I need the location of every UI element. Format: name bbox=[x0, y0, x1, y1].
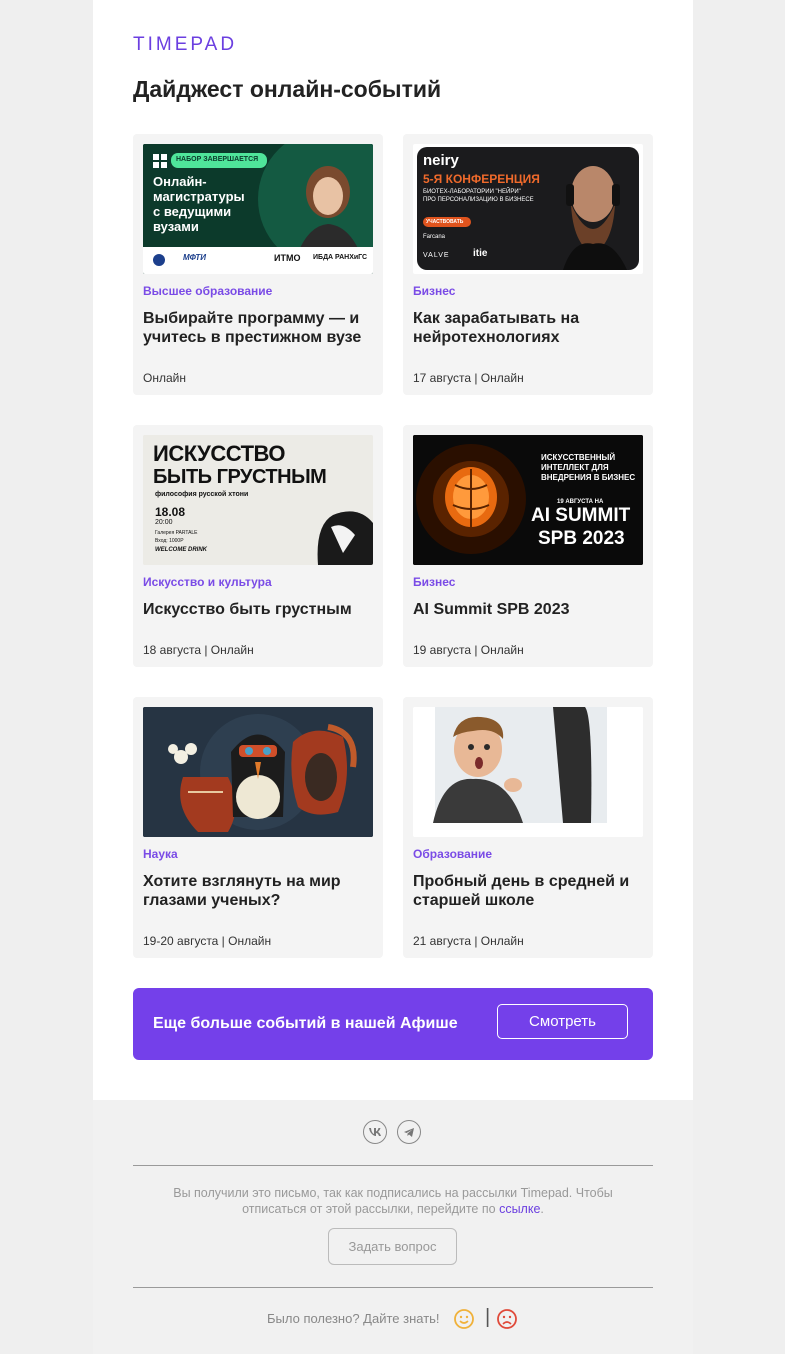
ai-line-3: ВНЕДРЕНИЯ В БИЗНЕС bbox=[541, 473, 636, 482]
feedback-row: Было полезно? Дайте знать! | bbox=[93, 1306, 693, 1330]
vk-icon[interactable] bbox=[363, 1120, 387, 1144]
event-image-neiry[interactable]: neiry 5-Я КОНФЕРЕНЦИЯ БИОТЕХ-ЛАБОРАТОРИИ… bbox=[413, 144, 643, 274]
event-category[interactable]: Бизнес bbox=[413, 284, 455, 298]
event-meta: 17 августа | Онлайн bbox=[413, 371, 524, 385]
event-card[interactable]: ИСКУССТВО БЫТЬ ГРУСТНЫМ философия русско… bbox=[133, 425, 383, 667]
email-container: TIMEPAD Дайджест онлайн-событий НАБОР ЗА… bbox=[93, 0, 693, 1354]
art-place: Галерея PARTALE bbox=[155, 530, 198, 536]
event-image-science[interactable] bbox=[143, 707, 373, 837]
event-card[interactable]: Наука Хотите взглянуть на мир глазами уч… bbox=[133, 697, 383, 958]
art-headline-2: БЫТЬ ГРУСТНЫМ bbox=[153, 466, 327, 488]
masters-logo-itmo: ИТМО bbox=[274, 253, 301, 263]
event-image-school[interactable] bbox=[413, 707, 643, 837]
event-title[interactable]: Искусство быть грустным bbox=[143, 600, 375, 619]
view-button[interactable]: Смотреть bbox=[497, 1004, 628, 1039]
event-meta: 18 августа | Онлайн bbox=[143, 643, 254, 657]
event-title[interactable]: Как зарабатывать на нейротехнологиях bbox=[413, 309, 645, 347]
event-card[interactable]: ИСКУССТВЕННЫЙ ИНТЕЛЛЕКТ ДЛЯ ВНЕДРЕНИЯ В … bbox=[403, 425, 653, 667]
unsubscribe-note: Вы получили это письмо, так как подписал… bbox=[153, 1185, 633, 1217]
footer: Вы получили это письмо, так как подписал… bbox=[93, 1100, 693, 1354]
note-suffix: . bbox=[540, 1202, 544, 1216]
neiry-headline: 5-Я КОНФЕРЕНЦИЯ bbox=[423, 172, 540, 186]
art-sub: философия русской хтони bbox=[155, 491, 249, 498]
neiry-brand: neiry bbox=[423, 152, 459, 169]
masters-headline: Онлайн- магистратуры с ведущими вузами bbox=[153, 174, 245, 234]
event-category[interactable]: Наука bbox=[143, 847, 178, 861]
event-category[interactable]: Образование bbox=[413, 847, 492, 861]
event-title[interactable]: Пробный день в средней и старшей школе bbox=[413, 872, 645, 910]
art-extra: WELCOME DRINK bbox=[155, 547, 207, 553]
art-date: 18.08 bbox=[155, 505, 186, 519]
event-title[interactable]: Выбирайте программу — и учитесь в прести… bbox=[143, 309, 375, 347]
note-text: Вы получили это письмо, так как подписал… bbox=[173, 1186, 613, 1216]
divider bbox=[133, 1287, 653, 1288]
unsubscribe-link[interactable]: ссылке bbox=[499, 1202, 540, 1216]
neiry-sub: БИОТЕХ-ЛАБОРАТОРИИ "НЕЙРИ" ПРО ПЕРСОНАЛИ… bbox=[423, 189, 534, 203]
event-image-school-art bbox=[413, 707, 643, 837]
art-headline-1: ИСКУССТВО bbox=[153, 441, 285, 466]
masters-logo-mipt: МФТИ bbox=[183, 253, 207, 262]
event-image-art-sad[interactable]: ИСКУССТВО БЫТЬ ГРУСТНЫМ философия русско… bbox=[143, 435, 373, 565]
event-image-ai-summit[interactable]: ИСКУССТВЕННЫЙ ИНТЕЛЛЕКТ ДЛЯ ВНЕДРЕНИЯ В … bbox=[413, 435, 643, 565]
art-price: Вход: 1000Р bbox=[155, 538, 184, 544]
logo-text: TIMEPAD bbox=[133, 34, 238, 55]
ai-line-1: ИСКУССТВЕННЫЙ bbox=[541, 453, 616, 462]
sad-icon[interactable] bbox=[496, 1308, 518, 1330]
ai-line-2: ИНТЕЛЛЕКТ ДЛЯ bbox=[541, 463, 609, 472]
ai-big-2: SPB 2023 bbox=[538, 528, 625, 549]
event-image-science-art bbox=[143, 707, 373, 837]
event-category[interactable]: Искусство и культура bbox=[143, 575, 272, 589]
masters-badge: НАБОР ЗАВЕРШАЕТСЯ bbox=[176, 156, 259, 163]
divider bbox=[133, 1165, 653, 1166]
telegram-icon[interactable] bbox=[397, 1120, 421, 1144]
event-title[interactable]: Хотите взглянуть на мир глазами ученых? bbox=[143, 872, 375, 910]
banner-text: Еще больше событий в нашей Афише bbox=[153, 1015, 458, 1032]
event-image-masters[interactable]: НАБОР ЗАВЕРШАЕТСЯ Онлайн- магистратуры с… bbox=[143, 144, 373, 274]
ask-question-button[interactable]: Задать вопрос bbox=[328, 1228, 457, 1265]
neiry-logo-farcana: Farcana bbox=[423, 234, 446, 240]
feedback-separator: | bbox=[485, 1306, 491, 1328]
event-meta: 19-20 августа | Онлайн bbox=[143, 934, 272, 948]
event-card[interactable]: Образование Пробный день в средней и ста… bbox=[403, 697, 653, 958]
masters-logo-ranepa: ИБДА РАНХиГС bbox=[313, 254, 368, 261]
event-meta: 19 августа | Онлайн bbox=[413, 643, 524, 657]
ai-big-1: AI SUMMIT bbox=[531, 505, 631, 526]
email-body: TIMEPAD Дайджест онлайн-событий НАБОР ЗА… bbox=[93, 0, 693, 1100]
timepad-logo[interactable]: TIMEPAD bbox=[133, 34, 238, 55]
event-category[interactable]: Высшее образование bbox=[143, 284, 272, 298]
art-time: 20:00 bbox=[155, 519, 173, 526]
social-links bbox=[363, 1120, 421, 1144]
event-meta: 21 августа | Онлайн bbox=[413, 934, 524, 948]
neiry-logo-itie: itie bbox=[473, 248, 488, 259]
event-title[interactable]: AI Summit SPB 2023 bbox=[413, 600, 645, 619]
event-meta: Онлайн bbox=[143, 371, 186, 385]
neiry-logo-valve: VALVE bbox=[423, 252, 450, 259]
more-events-banner: Еще больше событий в нашей Афише Смотрет… bbox=[133, 988, 653, 1060]
event-category[interactable]: Бизнес bbox=[413, 575, 455, 589]
event-card[interactable]: neiry 5-Я КОНФЕРЕНЦИЯ БИОТЕХ-ЛАБОРАТОРИИ… bbox=[403, 134, 653, 395]
page-title: Дайджест онлайн-событий bbox=[133, 76, 442, 102]
neiry-button: УЧАСТВОВАТЬ bbox=[426, 219, 464, 225]
feedback-text: Было полезно? Дайте знать! bbox=[267, 1311, 440, 1326]
smile-icon[interactable] bbox=[453, 1308, 475, 1330]
event-card[interactable]: НАБОР ЗАВЕРШАЕТСЯ Онлайн- магистратуры с… bbox=[133, 134, 383, 395]
